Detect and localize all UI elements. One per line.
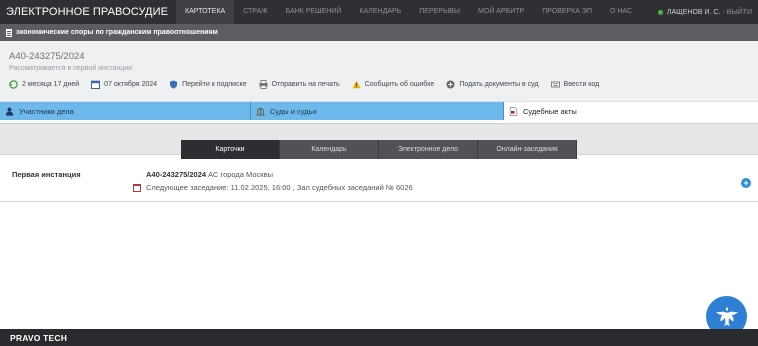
- tab-courts-label: Суды и судьи: [270, 106, 317, 116]
- case-status: Рассматривается в первой инстанции: [9, 65, 133, 72]
- calendar-icon: [91, 80, 101, 89]
- report-error-link[interactable]: Сообщить об ошибке: [352, 80, 435, 89]
- nav-item-breaks[interactable]: ПЕРЕРЫВЫ: [410, 0, 469, 24]
- nav-item-my-arbiter[interactable]: МОЙ АРБИТР: [469, 0, 533, 24]
- case-actions: 2 месяца 17 дней 07 октября 2024 Перейти…: [9, 80, 749, 89]
- case-number: А40-243275/2024: [9, 51, 85, 62]
- user-separator: -: [722, 8, 725, 16]
- nav-item-signature-check[interactable]: ПРОВЕРКА ЭП: [533, 0, 601, 24]
- user-icon: [5, 107, 14, 116]
- tab-participants-label: Участники дела: [19, 106, 74, 116]
- pdf-document-icon: [509, 106, 518, 116]
- next-hearing-line: Следующее заседание: 11.02.2025, 16:00 ,…: [133, 183, 413, 192]
- subtab-calendar[interactable]: Календарь: [280, 140, 379, 159]
- online-status-icon: [657, 9, 663, 15]
- printer-icon: [259, 80, 268, 89]
- case-tabs: Участники дела Суды и судьи Судебные акт…: [0, 102, 758, 120]
- nav-item-calendar[interactable]: КАЛЕНДАРЬ: [350, 0, 410, 24]
- eagle-emblem-icon: [715, 306, 738, 326]
- warning-icon: [352, 80, 361, 89]
- user-name[interactable]: ЛАЩЕНОВ И. С.: [667, 9, 721, 16]
- instance-case-line: А40-243275/2024 АС города Москвы: [146, 170, 273, 179]
- subtab-cards[interactable]: Карточки: [181, 140, 280, 159]
- case-category-bar: экономические споры по гражданским право…: [0, 24, 758, 41]
- case-registration-date: 07 октября 2024: [91, 80, 157, 89]
- submit-docs-label: Подать документы в суд: [459, 81, 539, 88]
- plus-circle-icon: [446, 80, 455, 89]
- tab-acts-label: Судебные акты: [523, 106, 577, 116]
- user-area: ЛАЩЕНОВ И. С. - ВЫЙТИ: [657, 0, 752, 24]
- logout-link[interactable]: ВЫЙТИ: [727, 9, 752, 16]
- print-link[interactable]: Отправить на печать: [259, 80, 340, 89]
- instance-label: Первая инстанция: [12, 170, 81, 179]
- tab-participants[interactable]: Участники дела: [0, 102, 251, 120]
- enter-code-link[interactable]: Ввести код: [550, 80, 600, 89]
- nav-item-cards[interactable]: КАРТОТЕКА: [176, 0, 235, 24]
- next-hearing-text: Следующее заседание: 11.02.2025, 16:00 ,…: [146, 183, 413, 192]
- subtab-electronic-case[interactable]: Электронное дело: [379, 140, 478, 159]
- case-header: А40-243275/2024 Рассматривается в первой…: [0, 41, 758, 102]
- enter-code-label: Ввести код: [563, 81, 600, 88]
- case-duration-text: 2 месяца 17 дней: [22, 81, 80, 88]
- keyboard-icon: [550, 80, 560, 89]
- nav-item-about[interactable]: О НАС: [601, 0, 641, 24]
- clock-back-icon: [9, 80, 18, 89]
- print-label: Отправить на печать: [271, 81, 340, 88]
- nav-item-guard[interactable]: СТРАЖ: [234, 0, 276, 24]
- subscribe-link[interactable]: Перейти к подписке: [169, 80, 247, 89]
- view-subtabs: Карточки Календарь Электронное дело Онла…: [181, 140, 577, 159]
- submit-docs-link[interactable]: Подать документы в суд: [446, 80, 539, 89]
- report-error-label: Сообщить об ошибке: [364, 81, 435, 88]
- subtab-online-hearings[interactable]: Онлайн-заседания: [478, 140, 577, 159]
- case-duration: 2 месяца 17 дней: [9, 80, 79, 89]
- footer: PRAVO TECH: [0, 329, 758, 346]
- tab-courts-judges[interactable]: Суды и судьи: [251, 102, 504, 120]
- tab-judicial-acts[interactable]: Судебные акты: [504, 102, 758, 120]
- instance-row: Первая инстанция А40-243275/2024 АС горо…: [0, 164, 758, 202]
- top-navigation-bar: ЭЛЕКТРОННОЕ ПРАВОСУДИЕ КАРТОТЕКА СТРАЖ Б…: [0, 0, 758, 24]
- instance-court-name[interactable]: АС города Москвы: [208, 170, 273, 179]
- expand-instance-button[interactable]: +: [741, 178, 751, 188]
- courthouse-icon: [256, 107, 265, 116]
- brand-title[interactable]: ЭЛЕКТРОННОЕ ПРАВОСУДИЕ: [0, 6, 176, 18]
- case-date-text: 07 октября 2024: [104, 81, 158, 88]
- shield-icon: [169, 80, 178, 89]
- case-category-label: экономические споры по гражданским право…: [16, 29, 218, 36]
- instance-case-number[interactable]: А40-243275/2024: [146, 170, 206, 179]
- main-nav: КАРТОТЕКА СТРАЖ БАНК РЕШЕНИЙ КАЛЕНДАРЬ П…: [176, 0, 641, 24]
- nav-item-decisions-bank[interactable]: БАНК РЕШЕНИЙ: [277, 0, 351, 24]
- calendar-icon: [133, 183, 141, 192]
- pravo-tech-logo[interactable]: PRAVO TECH: [10, 333, 67, 343]
- subscribe-label: Перейти к подписке: [182, 81, 247, 88]
- document-icon: [6, 28, 12, 37]
